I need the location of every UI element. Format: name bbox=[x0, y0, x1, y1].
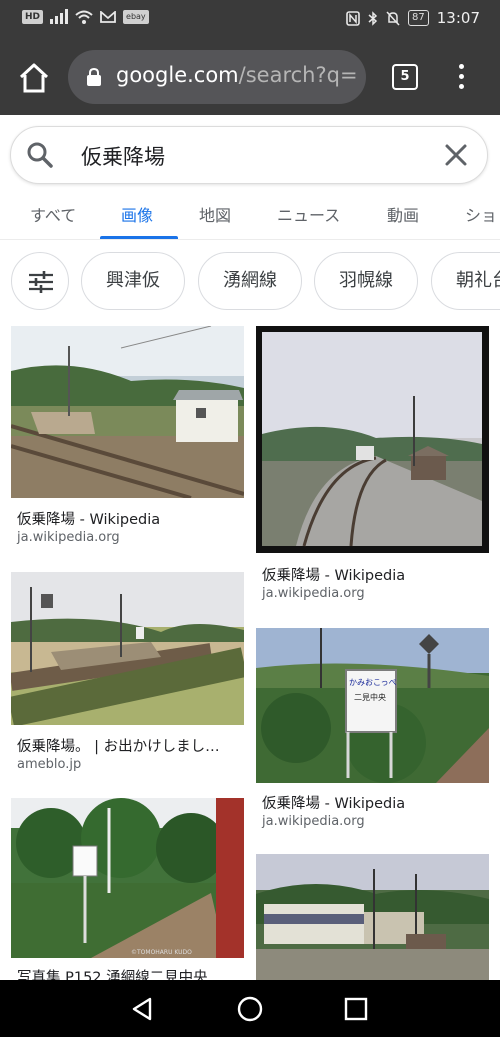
system-navigation-bar bbox=[0, 980, 500, 1037]
wifi-icon bbox=[75, 10, 93, 24]
filter-chips: 興津仮 湧網線 羽幌線 朝礼台 bbox=[0, 252, 500, 312]
nfc-icon bbox=[346, 10, 360, 26]
image-result[interactable]: 仮乗降場。 | お出かけしまし… ameblo.jp bbox=[11, 572, 244, 777]
browser-toolbar: google.com/search?q= 5 bbox=[0, 38, 500, 115]
mute-bell-icon bbox=[386, 10, 400, 26]
result-title[interactable]: 仮乗降場 - Wikipedia bbox=[17, 508, 242, 529]
result-source: ja.wikipedia.org bbox=[262, 586, 365, 601]
tab-switcher-button[interactable]: 5 bbox=[392, 64, 418, 90]
gmail-icon bbox=[100, 10, 116, 23]
tab-videos[interactable]: 動画 bbox=[387, 202, 419, 226]
result-thumbnail[interactable] bbox=[11, 572, 244, 725]
result-thumbnail[interactable] bbox=[11, 326, 244, 498]
result-title[interactable]: 仮乗降場 - Wikipedia bbox=[262, 792, 487, 813]
search-icon[interactable] bbox=[25, 140, 55, 170]
result-thumbnail[interactable]: ©TOMOHARU KUDO bbox=[11, 798, 244, 958]
status-bar: HD ebay 87 13:07 bbox=[0, 0, 500, 38]
photo-watermark: ©TOMOHARU KUDO bbox=[131, 949, 192, 956]
tab-shopping[interactable]: ショ bbox=[465, 202, 497, 226]
tab-news[interactable]: ニュース bbox=[277, 202, 340, 226]
search-input[interactable]: 仮乗降場 bbox=[81, 141, 165, 171]
home-nav-icon[interactable] bbox=[235, 994, 265, 1024]
result-source: ameblo.jp bbox=[17, 757, 82, 772]
hd-badge: HD bbox=[22, 9, 44, 24]
result-title[interactable]: 写真集 P152 湧網線二見中央… bbox=[17, 966, 242, 980]
clear-icon[interactable] bbox=[443, 142, 469, 168]
result-thumbnail[interactable] bbox=[256, 326, 489, 553]
search-box[interactable]: 仮乗降場 bbox=[10, 126, 488, 184]
chip-yumo-line[interactable]: 湧網線 bbox=[198, 252, 302, 310]
signal-icon bbox=[50, 9, 69, 24]
result-title[interactable]: 仮乗降場。 | お出かけしまし… bbox=[17, 735, 242, 756]
filter-chip[interactable] bbox=[11, 252, 69, 310]
result-source: ja.wikipedia.org bbox=[262, 814, 365, 829]
image-result[interactable]: ©TOMOHARU KUDO 写真集 P152 湧網線二見中央… bbox=[11, 798, 244, 980]
bluetooth-icon bbox=[368, 10, 378, 26]
result-thumbnail[interactable]: かみおこっぺ 二見中央 bbox=[256, 628, 489, 783]
result-title[interactable]: 仮乗降場 - Wikipedia bbox=[262, 564, 487, 585]
address-bar[interactable]: google.com/search?q= bbox=[68, 50, 366, 104]
tab-maps[interactable]: 地図 bbox=[199, 202, 231, 226]
image-result[interactable]: 仮乗降場 - Wikipedia ja.wikipedia.org bbox=[256, 326, 489, 606]
browser-menu-icon[interactable] bbox=[452, 62, 470, 92]
station-sign-hiragana: かみおこっぺ bbox=[349, 678, 396, 687]
clock: 13:07 bbox=[436, 9, 480, 27]
back-icon[interactable] bbox=[128, 994, 158, 1024]
status-right: 87 13:07 bbox=[346, 9, 480, 27]
battery-indicator: 87 bbox=[408, 10, 429, 26]
ebay-badge: ebay bbox=[123, 9, 149, 24]
url-domain: google.com bbox=[116, 63, 239, 87]
lock-icon bbox=[87, 68, 101, 86]
image-result[interactable]: 仮乗降場 - Wikipedia ja.wikipedia.org bbox=[11, 326, 244, 551]
status-left: HD ebay bbox=[22, 9, 149, 24]
station-sign-kanji: 二見中央 bbox=[354, 692, 386, 702]
chip-okitsu[interactable]: 興津仮 bbox=[81, 252, 185, 310]
tune-icon bbox=[29, 271, 53, 293]
result-source: ja.wikipedia.org bbox=[17, 530, 120, 545]
tab-all[interactable]: すべて bbox=[30, 202, 76, 226]
chip-chorei-dai[interactable]: 朝礼台 bbox=[431, 252, 500, 310]
tab-images[interactable]: 画像 bbox=[121, 202, 153, 226]
chip-haboro-line[interactable]: 羽幌線 bbox=[314, 252, 418, 310]
result-thumbnail[interactable] bbox=[256, 854, 489, 980]
image-result[interactable]: かみおこっぺ 二見中央 仮乗降場 - Wikipedia ja.wikipedi… bbox=[256, 628, 489, 833]
image-result[interactable] bbox=[256, 854, 489, 980]
home-icon[interactable] bbox=[16, 60, 52, 96]
url-text: google.com/search?q= bbox=[116, 63, 358, 87]
url-path: /search?q= bbox=[238, 63, 358, 87]
recents-icon[interactable] bbox=[341, 994, 371, 1024]
active-tab-indicator bbox=[100, 236, 178, 239]
search-tabs: すべて 画像 地図 ニュース 動画 ショ bbox=[0, 192, 500, 240]
